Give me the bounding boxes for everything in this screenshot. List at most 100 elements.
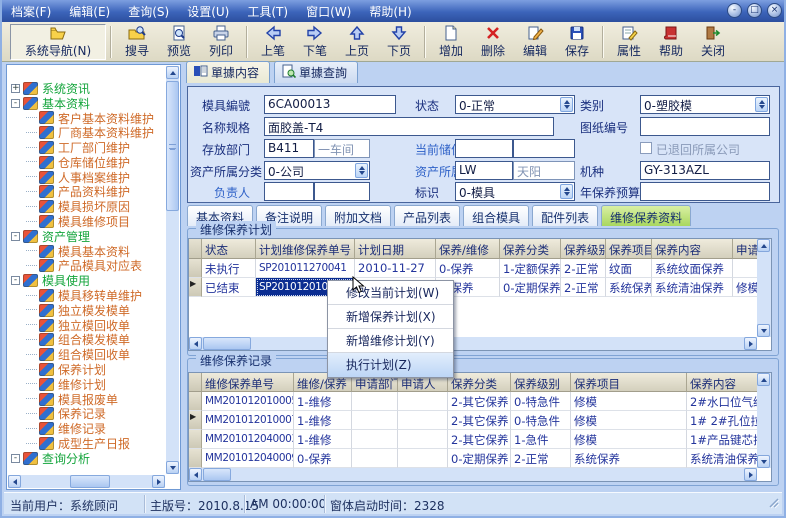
menu-item-modify-plan[interactable]: 修改当前计划(W) [328, 281, 453, 305]
exit-button[interactable]: 关闭 [692, 24, 734, 60]
tree-expander[interactable]: + [11, 84, 20, 93]
column-header[interactable]: 保养内容 [687, 373, 759, 392]
save-button[interactable]: 保存 [556, 24, 598, 60]
store-dept-field[interactable]: B411 [264, 139, 314, 158]
detail-tab[interactable]: 维修保养资料 [601, 205, 691, 226]
tree-item[interactable]: 模具基本资料 [9, 244, 165, 259]
scroll-left-button[interactable] [189, 468, 202, 481]
tree-item[interactable]: - 模具使用 [9, 273, 165, 288]
restore-button[interactable]: □ [747, 3, 762, 18]
table-row[interactable]: MM201012010005 1-维修 2-其它保养 0-特急件 修模 2#水口… [189, 392, 771, 411]
tree-item[interactable]: - 基本资料 [9, 96, 165, 111]
name-spec-field[interactable]: 面胶盖-T4 [264, 117, 554, 136]
menu-help[interactable]: 帮助(H) [360, 1, 420, 22]
table-row[interactable]: ▶ MM201012010007 1-维修 2-其它保养 0-特急件 修模 1#… [189, 411, 771, 430]
delete-button[interactable]: 删除 [472, 24, 514, 60]
column-header[interactable]: 保养分类 [448, 373, 511, 392]
tree-item[interactable]: 产品资料维护 [9, 185, 165, 200]
tree-item[interactable]: 工厂部门维护 [9, 140, 165, 155]
detail-tab[interactable]: 附加文档 [325, 205, 391, 226]
tree-item[interactable]: 产品模具对应表 [9, 259, 165, 274]
menu-settings[interactable]: 设置(U) [178, 1, 238, 22]
returned-checkbox[interactable] [640, 142, 652, 154]
tree-item[interactable]: 厂商基本资料维护 [9, 125, 165, 140]
tree-expander[interactable]: - [11, 232, 20, 241]
budget-field[interactable] [640, 182, 770, 201]
prev-record-button[interactable]: 上笔 [252, 24, 294, 60]
scroll-down-button[interactable] [757, 324, 770, 337]
tree-item[interactable]: 人事档案维护 [9, 170, 165, 185]
records-horizontal-scrollbar[interactable] [189, 468, 757, 481]
menu-query[interactable]: 查询(S) [119, 1, 178, 22]
tree-item[interactable]: - 资产管理 [9, 229, 165, 244]
scrollbar-thumb[interactable] [166, 81, 179, 211]
nav-button[interactable]: 系统导航(N) [10, 24, 106, 60]
scroll-down-button[interactable] [166, 461, 179, 474]
mold-no-field[interactable]: 6CA00013 [264, 95, 396, 114]
tree-item[interactable]: 组合模回收单 [9, 347, 165, 362]
tree-item[interactable]: 模具移转单维护 [9, 288, 165, 303]
tree-item[interactable]: 组合模发模单 [9, 333, 165, 348]
drawing-no-field[interactable] [640, 117, 770, 136]
records-vertical-scrollbar[interactable] [757, 373, 771, 468]
asset-owner-field[interactable]: LW [455, 161, 513, 180]
tree-item[interactable]: 保养计划 [9, 362, 165, 377]
scrollbar-thumb[interactable] [203, 468, 231, 481]
next-page-button[interactable]: 下页 [378, 24, 420, 60]
machine-field[interactable]: GY-313AZL [640, 161, 770, 180]
category-select[interactable]: 0-塑胶模 [640, 95, 770, 114]
tree-item[interactable]: 独立模回收单 [9, 318, 165, 333]
close-button[interactable]: × [767, 3, 782, 18]
properties-button[interactable]: 属性 [608, 24, 650, 60]
next-record-button[interactable]: 下笔 [294, 24, 336, 60]
manager-field-1[interactable] [264, 182, 314, 201]
column-header[interactable]: 状态 [202, 239, 256, 259]
detail-tab[interactable]: 产品列表 [394, 205, 460, 226]
current-bin-field-1[interactable] [455, 139, 513, 158]
print-button[interactable]: 列印 [200, 24, 242, 60]
minimize-button[interactable]: - [727, 3, 742, 18]
flag-select[interactable]: 0-模具 [455, 182, 575, 201]
scroll-up-button[interactable] [757, 239, 770, 252]
help-button[interactable]: 帮助 [650, 24, 692, 60]
prev-page-button[interactable]: 上页 [336, 24, 378, 60]
scroll-up-button[interactable] [757, 373, 770, 386]
tree-item[interactable]: 客户基本资料维护 [9, 111, 165, 126]
tree-expander[interactable]: - [11, 99, 20, 108]
menu-tools[interactable]: 工具(T) [238, 1, 297, 22]
column-header[interactable]: 申请 [733, 239, 759, 259]
sidebar-vertical-scrollbar[interactable] [166, 66, 179, 474]
table-row[interactable]: MM201012040003 1-维修 2-其它保养 1-急件 修模 1#产品键… [189, 430, 771, 449]
tree-item[interactable]: 模具报废单 [9, 392, 165, 407]
scroll-up-button[interactable] [166, 66, 179, 79]
preview-button[interactable]: 预览 [158, 24, 200, 60]
tree-item[interactable]: - 查询分析 [9, 451, 165, 466]
column-header[interactable]: 保养级别 [561, 239, 606, 259]
tab-document-query[interactable]: 單據查詢 [274, 61, 358, 83]
column-header[interactable]: 计划日期 [355, 239, 436, 259]
column-header[interactable]: 保养/维修 [436, 239, 500, 259]
tree-item[interactable]: 保养记录 [9, 407, 165, 422]
scrollbar-thumb[interactable] [70, 475, 110, 488]
scroll-right-button[interactable] [152, 475, 165, 488]
column-header[interactable]: 保养项目 [606, 239, 652, 259]
menu-item-execute-plan[interactable]: 执行计划(Z) [328, 353, 453, 377]
detail-tab[interactable]: 配件列表 [532, 205, 598, 226]
manager-field-2[interactable] [314, 182, 370, 201]
tab-document-content[interactable]: 單據内容 [186, 61, 270, 83]
table-row[interactable]: 未执行 SP201011270041 2010-11-27 0-保养 1-定额保… [189, 259, 771, 278]
spinner-icon[interactable] [355, 163, 368, 178]
tree-item[interactable]: 模具损坏原因 [9, 199, 165, 214]
scroll-left-button[interactable] [189, 337, 202, 350]
column-header[interactable]: 维修保养单号 [202, 373, 294, 392]
current-bin-field-2[interactable] [513, 139, 575, 158]
tree-item[interactable]: + 系统资讯 [9, 81, 165, 96]
spinner-icon[interactable] [560, 97, 573, 112]
table-row-selected[interactable]: ▶ 已结束 SP201012010001 0-保养 0-定期保养 2-正常 系统… [189, 278, 771, 297]
detail-tab[interactable]: 组合模具 [463, 205, 529, 226]
column-header[interactable]: 保养分类 [500, 239, 561, 259]
menu-window[interactable]: 窗口(W) [297, 1, 360, 22]
asset-class-select[interactable]: 0-公司 [264, 161, 370, 180]
tree-item[interactable]: 仓库储位维护 [9, 155, 165, 170]
tree-item[interactable]: 维修计划 [9, 377, 165, 392]
